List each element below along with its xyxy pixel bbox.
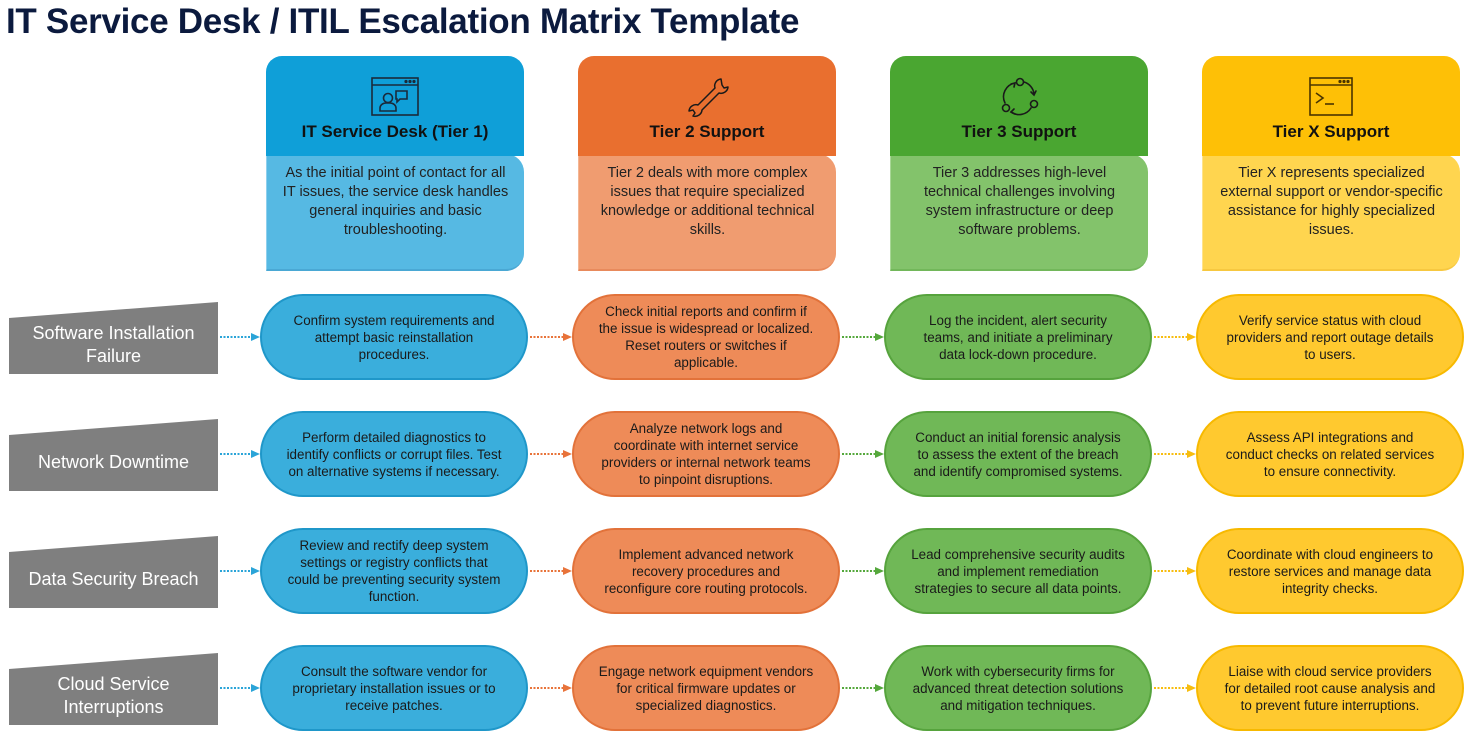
arrow-icon — [842, 684, 884, 692]
escalation-step: Perform detailed diagnostics to identify… — [260, 411, 528, 497]
arrow-icon — [530, 333, 572, 341]
arrow-icon — [530, 450, 572, 458]
tier-title: Tier 2 Support — [649, 122, 765, 141]
tier-description: Tier X represents specialized external s… — [1202, 154, 1460, 271]
arrow-icon — [1154, 567, 1196, 575]
arrow-icon — [220, 450, 260, 458]
arrow-icon — [842, 567, 884, 575]
arrow-icon — [220, 567, 260, 575]
arrow-icon — [1154, 684, 1196, 692]
row-label-text: Cloud Service Interruptions — [57, 674, 170, 717]
escalation-step: Verify service status with cloud provide… — [1196, 294, 1464, 380]
arrow-icon — [220, 684, 260, 692]
dotted-arrow-connector — [842, 683, 884, 693]
tier-title: Tier X Support — [1272, 122, 1390, 141]
dotted-arrow-connector — [220, 683, 260, 693]
arrow-icon — [220, 333, 260, 341]
tier-card-1: As the initial point of contact for all … — [266, 56, 524, 271]
escalation-step: Lead comprehensive security audits and i… — [884, 528, 1152, 614]
escalation-step: Confirm system requirements and attempt … — [260, 294, 528, 380]
tier-header: Tier X Support — [1202, 56, 1460, 156]
dotted-arrow-connector — [1154, 566, 1196, 576]
arrow-icon — [1154, 333, 1196, 341]
escalation-step: Log the incident, alert security teams, … — [884, 294, 1152, 380]
dotted-arrow-connector — [842, 332, 884, 342]
escalation-step: Consult the software vendor for propriet… — [260, 645, 528, 731]
tier-description: Tier 3 addresses high-level technical ch… — [890, 154, 1148, 271]
tier-title: Tier 3 Support — [961, 122, 1077, 141]
row-label-text: Software Installation Failure — [32, 323, 195, 366]
dotted-arrow-connector — [220, 332, 260, 342]
escalation-step: Coordinate with cloud engineers to resto… — [1196, 528, 1464, 614]
arrow-icon — [842, 450, 884, 458]
escalation-step: Work with cybersecurity firms for advanc… — [884, 645, 1152, 731]
dotted-arrow-connector — [1154, 332, 1196, 342]
row-label-text: Network Downtime — [37, 451, 190, 472]
tier-title: IT Service Desk (Tier 1) — [301, 122, 489, 141]
dotted-arrow-connector — [220, 449, 260, 459]
tier-header: IT Service Desk (Tier 1) — [266, 56, 524, 156]
tier-header: Tier 3 Support — [890, 56, 1148, 156]
user-chat-window-icon — [369, 76, 421, 118]
tier-description: Tier 2 deals with more complex issues th… — [578, 154, 836, 271]
row-label: Cloud Service Interruptions — [9, 653, 218, 725]
arrow-icon — [530, 567, 572, 575]
dotted-arrow-connector — [530, 566, 572, 576]
cycle-arrows-icon — [993, 76, 1045, 118]
dotted-arrow-connector — [1154, 683, 1196, 693]
arrow-icon — [842, 333, 884, 341]
row-label-text: Data Security Breach — [28, 568, 199, 589]
tier-description: As the initial point of contact for all … — [266, 154, 524, 271]
escalation-step: Review and rectify deep system settings … — [260, 528, 528, 614]
dotted-arrow-connector — [1154, 449, 1196, 459]
tier-card-x: Tier X represents specialized external s… — [1202, 56, 1460, 271]
escalation-step: Check initial reports and confirm if the… — [572, 294, 840, 380]
arrow-icon — [1154, 450, 1196, 458]
escalation-step: Engage network equipment vendors for cri… — [572, 645, 840, 731]
escalation-step: Liaise with cloud service providers for … — [1196, 645, 1464, 731]
escalation-step: Assess API integrations and conduct chec… — [1196, 411, 1464, 497]
dotted-arrow-connector — [842, 566, 884, 576]
wrench-icon — [681, 76, 733, 118]
terminal-window-icon — [1305, 76, 1357, 118]
tier-header: Tier 2 Support — [578, 56, 836, 156]
tier-card-3: Tier 3 addresses high-level technical ch… — [890, 56, 1148, 271]
dotted-arrow-connector — [530, 449, 572, 459]
row-label: Software Installation Failure — [9, 302, 218, 374]
dotted-arrow-connector — [220, 566, 260, 576]
escalation-step: Implement advanced network recovery proc… — [572, 528, 840, 614]
row-label: Network Downtime — [9, 419, 218, 491]
dotted-arrow-connector — [530, 332, 572, 342]
dotted-arrow-connector — [842, 449, 884, 459]
dotted-arrow-connector — [530, 683, 572, 693]
escalation-step: Analyze network logs and coordinate with… — [572, 411, 840, 497]
arrow-icon — [530, 684, 572, 692]
tier-card-2: Tier 2 deals with more complex issues th… — [578, 56, 836, 271]
escalation-step: Conduct an initial forensic analysis to … — [884, 411, 1152, 497]
row-label: Data Security Breach — [9, 536, 218, 608]
page-title: IT Service Desk / ITIL Escalation Matrix… — [6, 2, 800, 41]
